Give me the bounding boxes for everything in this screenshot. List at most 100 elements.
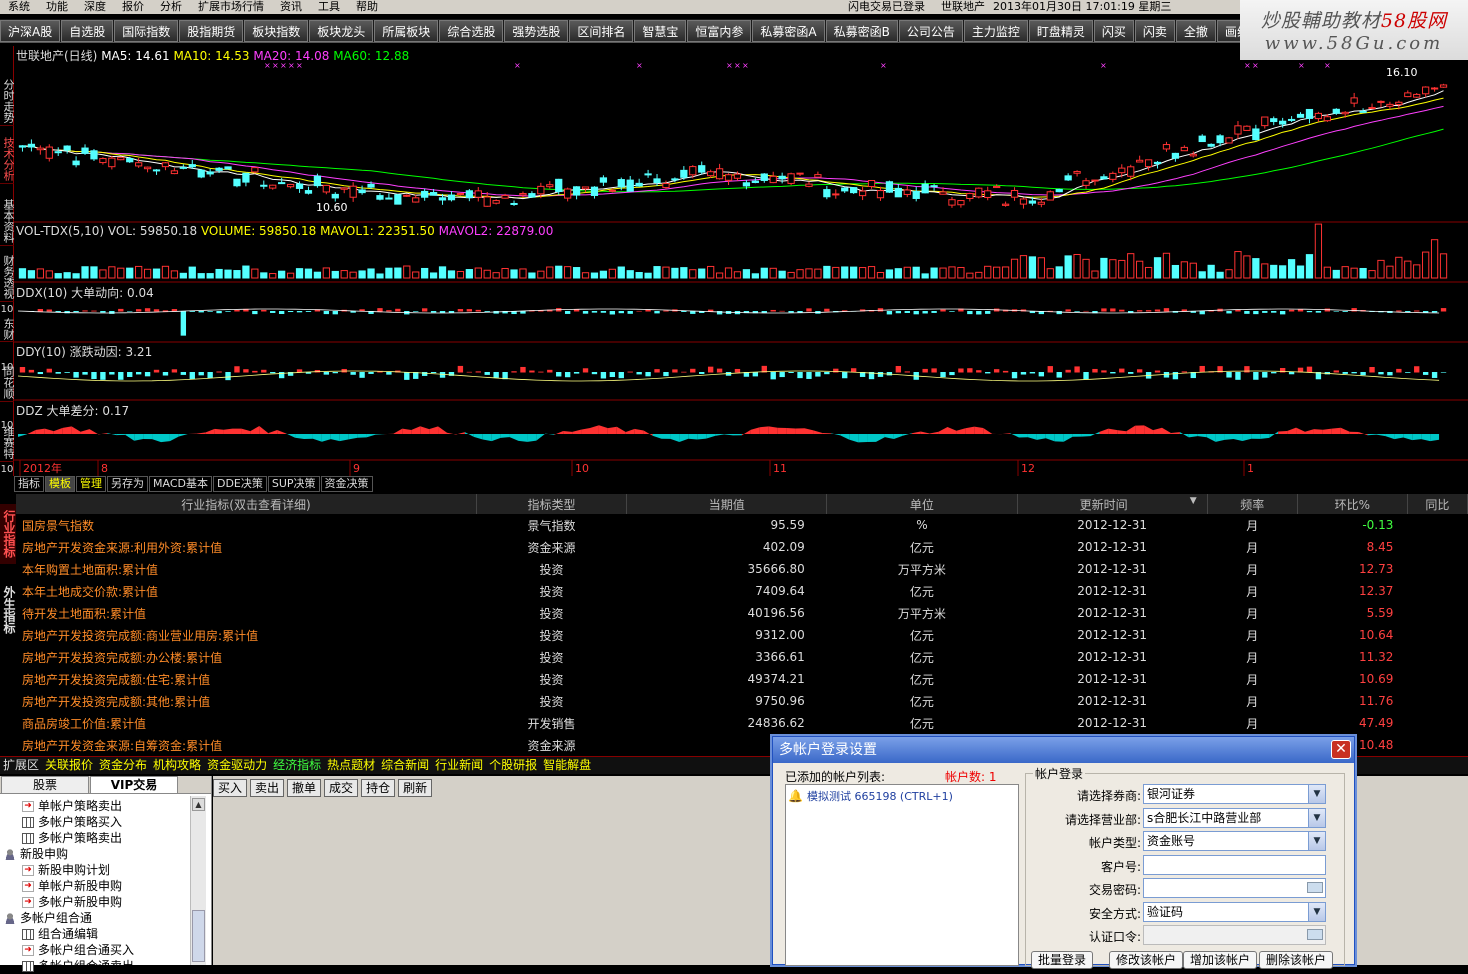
- tree-item[interactable]: 新股申购: [0, 846, 190, 862]
- column-header-6[interactable]: 环比%: [1297, 494, 1407, 514]
- ext-tab-9[interactable]: 个股研报: [486, 757, 540, 774]
- trade-button-2[interactable]: 撤单: [287, 779, 321, 797]
- column-header-2[interactable]: 当期值: [627, 494, 827, 514]
- toolbar-button-16[interactable]: 盯盘精灵: [1029, 20, 1093, 42]
- tab-eastmoney[interactable]: 东财: [0, 316, 14, 342]
- toolbar-button-1[interactable]: 自选股: [61, 20, 113, 42]
- indicator-tab-6[interactable]: SUP决策: [268, 476, 320, 492]
- ext-tab-7[interactable]: 综合新闻: [378, 757, 432, 774]
- menu-function[interactable]: 功能: [38, 0, 76, 14]
- chevron-down-icon[interactable]: ▼: [1308, 809, 1325, 827]
- column-header-7[interactable]: 同比: [1407, 494, 1467, 514]
- keyboard-icon[interactable]: [1307, 929, 1323, 940]
- trade-button-4[interactable]: 持仓: [361, 779, 395, 797]
- menu-ext-market[interactable]: 扩展市场行情: [190, 0, 272, 14]
- menu-tools[interactable]: 工具: [310, 0, 348, 14]
- toolbar-button-8[interactable]: 强势选股: [504, 20, 568, 42]
- dialog-button-2[interactable]: 增加该帐户: [1183, 951, 1257, 969]
- indicator-tab-3[interactable]: 另存为: [107, 476, 148, 492]
- chevron-down-icon[interactable]: ▼: [1308, 785, 1325, 803]
- toolbar-button-15[interactable]: 主力监控: [964, 20, 1028, 42]
- toolbar-button-13[interactable]: 私募密函B: [826, 20, 898, 42]
- sort-desc-icon[interactable]: ▼: [1190, 496, 1197, 506]
- close-icon[interactable]: ✕: [1331, 740, 1351, 759]
- tree-item[interactable]: ➜多帐户新股申购: [0, 894, 190, 910]
- table-row[interactable]: 本年购置土地面积:累计值投资35666.80万平方米2012-12-31月12.…: [16, 558, 1468, 580]
- dialog-button-1[interactable]: 修改该帐户: [1109, 951, 1183, 969]
- toolbar-button-0[interactable]: 沪深A股: [0, 20, 60, 42]
- tab-financials[interactable]: 财务透视: [0, 252, 14, 302]
- tree-item[interactable]: ➜多帐户组合通买入: [0, 942, 190, 958]
- tab-external-indicators[interactable]: 外生指标: [0, 580, 16, 640]
- account-item[interactable]: 🔔模拟测试 665198 (CTRL+1): [788, 788, 953, 804]
- table-row[interactable]: 房地产开发投资完成额:商业营业用房:累计值投资9312.00亿元2012-12-…: [16, 624, 1468, 646]
- menu-system[interactable]: 系统: [0, 0, 38, 14]
- ext-tab-5[interactable]: 经济指标: [270, 757, 324, 774]
- toolbar-button-2[interactable]: 国际指数: [114, 20, 178, 42]
- trade-button-0[interactable]: 买入: [213, 779, 247, 797]
- scroll-thumb[interactable]: [192, 910, 205, 962]
- tab-intraday[interactable]: 分时走势: [0, 76, 14, 126]
- toolbar-button-11[interactable]: 恒富内参: [687, 20, 751, 42]
- table-row[interactable]: 商品房竣工价值:累计值开发销售24836.62亿元2012-12-31月47.4…: [16, 712, 1468, 734]
- table-row[interactable]: 国房景气指数景气指数95.59%2012-12-31月-0.13: [16, 514, 1468, 536]
- dialog-button-0[interactable]: 批量登录: [1031, 951, 1093, 969]
- chevron-down-icon[interactable]: ▼: [1308, 832, 1325, 850]
- toolbar-button-10[interactable]: 智慧宝: [634, 20, 686, 42]
- tab-technical[interactable]: 技术分析: [0, 134, 14, 184]
- ext-tab-10[interactable]: 智能解盘: [540, 757, 594, 774]
- account-list[interactable]: 🔔模拟测试 665198 (CTRL+1): [785, 784, 1019, 966]
- table-row[interactable]: 待开发土地面积:累计值投资40196.56万平方米2012-12-31月5.59: [16, 602, 1468, 624]
- table-row[interactable]: 房地产开发资金来源:利用外资:累计值资金来源402.09亿元2012-12-31…: [16, 536, 1468, 558]
- tab-fundamentals[interactable]: 基本资料: [0, 196, 14, 246]
- column-header-4[interactable]: 更新时间▼: [1017, 494, 1207, 514]
- tree-item[interactable]: 多帐户组合通卖出: [0, 958, 190, 974]
- tab-industry-indicators[interactable]: 行业指标: [0, 504, 16, 564]
- tree-item[interactable]: 多帐户组合通: [0, 910, 190, 926]
- toolbar-button-4[interactable]: 板块指数: [244, 20, 308, 42]
- toolbar-button-9[interactable]: 区间排名: [569, 20, 633, 42]
- ext-tab-4[interactable]: 资金驱动力: [204, 757, 270, 774]
- ext-tab-3[interactable]: 机构攻略: [150, 757, 204, 774]
- stock-chart[interactable]: ×××××××××××××××× 2012年891011121: [14, 46, 1468, 476]
- tab-stock[interactable]: 股票: [1, 776, 89, 794]
- dialog-button-3[interactable]: 删除该帐户: [1259, 951, 1333, 969]
- scroll-up-arrow-icon[interactable]: ▲: [192, 798, 205, 811]
- column-header-1[interactable]: 指标类型: [476, 494, 626, 514]
- login-field-6[interactable]: [1143, 925, 1326, 945]
- indicator-tab-0[interactable]: 指标: [14, 476, 44, 492]
- login-field-0[interactable]: 银河证券▼: [1143, 784, 1326, 804]
- toolbar-button-18[interactable]: 闪卖: [1135, 20, 1175, 42]
- table-row[interactable]: 房地产开发投资完成额:其他:累计值投资9750.96亿元2012-12-31月1…: [16, 690, 1468, 712]
- chevron-down-icon[interactable]: ▼: [1308, 903, 1325, 921]
- toolbar-button-14[interactable]: 公司公告: [899, 20, 963, 42]
- ext-tab-6[interactable]: 热点题材: [324, 757, 378, 774]
- keyboard-icon[interactable]: [1307, 882, 1323, 893]
- toolbar-button-6[interactable]: 所属板块: [374, 20, 438, 42]
- tree-item[interactable]: ➜单帐户新股申购: [0, 878, 190, 894]
- table-row[interactable]: 房地产开发投资完成额:办公楼:累计值投资3366.61亿元2012-12-31月…: [16, 646, 1468, 668]
- column-header-0[interactable]: 行业指标(双击查看详细): [16, 494, 476, 514]
- login-field-5[interactable]: 验证码▼: [1143, 902, 1326, 922]
- indicator-tab-2[interactable]: 管理: [76, 476, 106, 492]
- ext-tab-8[interactable]: 行业新闻: [432, 757, 486, 774]
- menu-depth[interactable]: 深度: [76, 0, 114, 14]
- toolbar-button-5[interactable]: 板块龙头: [309, 20, 373, 42]
- trade-button-1[interactable]: 卖出: [250, 779, 284, 797]
- table-row[interactable]: 本年土地成交价款:累计值投资7409.64亿元2012-12-31月12.37: [16, 580, 1468, 602]
- indicator-tab-1[interactable]: 模板: [45, 476, 75, 492]
- login-field-2[interactable]: 资金账号▼: [1143, 831, 1326, 851]
- tree-item[interactable]: ➜单帐户策略卖出: [0, 798, 190, 814]
- tab-vip-trade[interactable]: VIP交易: [90, 776, 178, 794]
- tree-item[interactable]: 多帐户策略卖出: [0, 830, 190, 846]
- login-field-1[interactable]: s合肥长江中路营业部▼: [1143, 808, 1326, 828]
- ext-tab-1[interactable]: 关联报价: [42, 757, 96, 774]
- tree-item[interactable]: ➜新股申购计划: [0, 862, 190, 878]
- column-header-3[interactable]: 单位: [827, 494, 1017, 514]
- menu-quote[interactable]: 报价: [114, 0, 152, 14]
- indicator-tab-5[interactable]: DDE决策: [213, 476, 267, 492]
- column-header-5[interactable]: 频率: [1207, 494, 1297, 514]
- trade-button-5[interactable]: 刷新: [398, 779, 432, 797]
- menu-analysis[interactable]: 分析: [152, 0, 190, 14]
- menu-help[interactable]: 帮助: [348, 0, 386, 14]
